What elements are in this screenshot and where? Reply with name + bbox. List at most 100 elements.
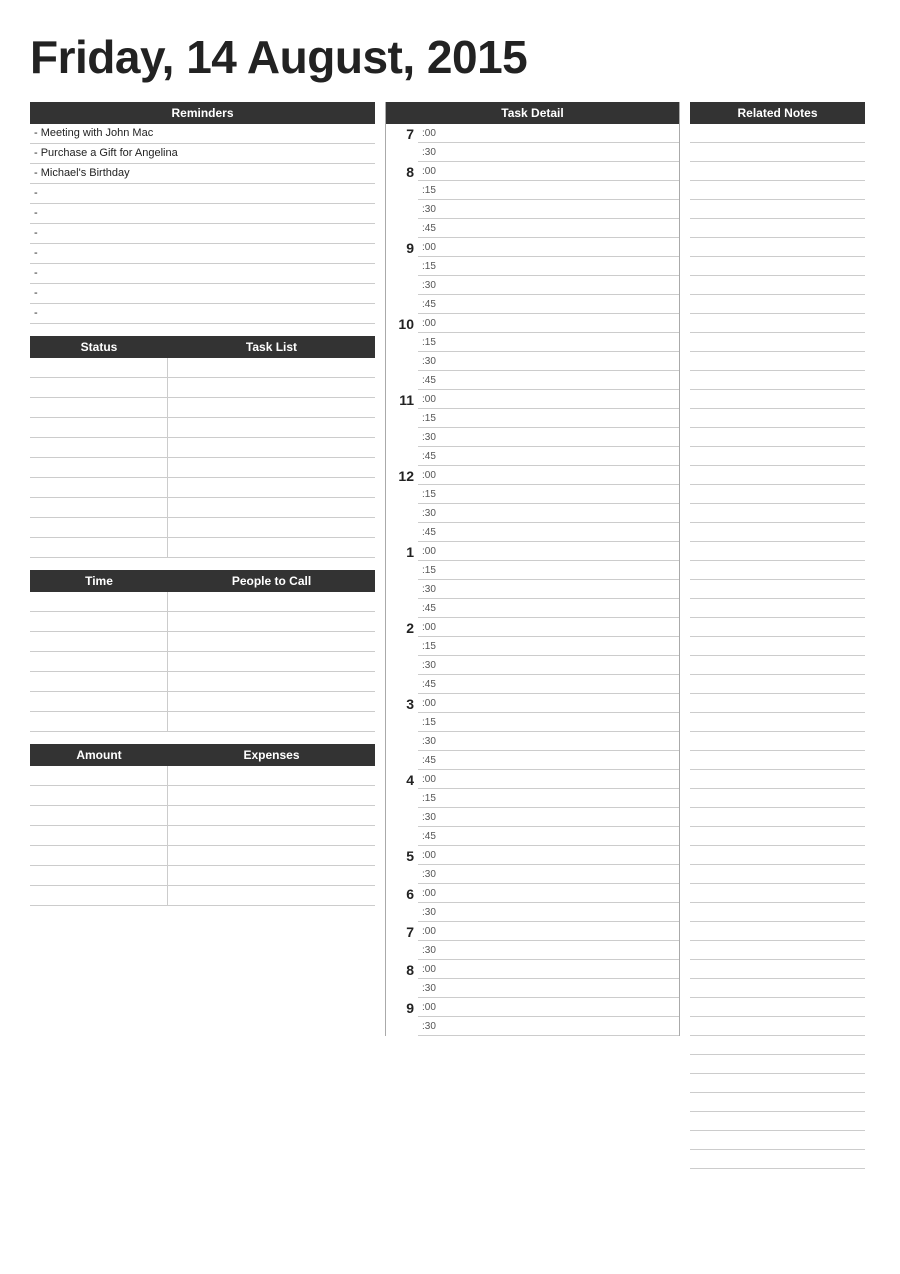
time-slot: :30 (418, 352, 679, 371)
hour-9-block: 9 :00 :15 :30 :45 (386, 238, 679, 314)
expense-cell (168, 846, 375, 865)
expense-cell (168, 766, 375, 785)
list-item (690, 447, 865, 466)
list-item: - (30, 224, 375, 244)
task-cell (168, 358, 375, 377)
list-item: - (30, 264, 375, 284)
time-slot: :45 (418, 675, 679, 694)
time-cell (30, 632, 168, 651)
hour-label: 12 (386, 466, 418, 542)
list-item (690, 960, 865, 979)
hour-label: 9 (386, 998, 418, 1036)
time-slot: :45 (418, 219, 679, 238)
time-label: :30 (422, 983, 444, 994)
expenses-rows (30, 766, 375, 906)
list-item: - Purchase a Gift for Angelina (30, 144, 375, 164)
time-label: :15 (422, 185, 444, 196)
hour-5pm-block: 5 :00 :30 (386, 846, 679, 884)
expense-cell (168, 806, 375, 825)
hour-7pm-block: 7 :00 :30 (386, 922, 679, 960)
task-cell (168, 438, 375, 457)
task-detail-header: Task Detail (386, 102, 679, 124)
person-cell (168, 712, 375, 731)
list-item (690, 504, 865, 523)
expense-cell (168, 866, 375, 885)
expenses-header: Amount Expenses (30, 744, 375, 766)
time-label: :00 (422, 926, 444, 937)
list-item (690, 390, 865, 409)
time-slot: :15 (418, 181, 679, 200)
table-row (30, 498, 375, 518)
list-item (690, 276, 865, 295)
time-slot: :00 (418, 542, 679, 561)
list-item (690, 751, 865, 770)
time-label: :30 (422, 147, 444, 158)
time-slot: :45 (418, 295, 679, 314)
hour-11-block: 11 :00 :15 :30 :45 (386, 390, 679, 466)
time-cell (30, 712, 168, 731)
time-label: :00 (422, 242, 444, 253)
reminders-section: Reminders - Meeting with John Mac - Purc… (30, 102, 375, 324)
status-cell (30, 538, 168, 557)
hour-label: 10 (386, 314, 418, 390)
time-slot: :30 (418, 732, 679, 751)
time-slot: :45 (418, 447, 679, 466)
task-cell (168, 458, 375, 477)
list-item: - (30, 304, 375, 324)
time-label: :45 (422, 679, 444, 690)
amount-cell (30, 866, 168, 885)
time-label: :00 (422, 622, 444, 633)
task-list-header: Status Task List (30, 336, 375, 358)
hour-8-block: 8 :00 :15 :30 :45 (386, 162, 679, 238)
list-item (690, 846, 865, 865)
time-cell (30, 612, 168, 631)
list-item (690, 181, 865, 200)
time-slot: :45 (418, 523, 679, 542)
list-item (690, 485, 865, 504)
time-label: :00 (422, 888, 444, 899)
hour-label: 2 (386, 618, 418, 694)
list-item (690, 542, 865, 561)
time-slot: :00 (418, 770, 679, 789)
time-label: :45 (422, 223, 444, 234)
notes-list (690, 124, 865, 1169)
hour-label: 11 (386, 390, 418, 466)
list-item (690, 523, 865, 542)
list-item (690, 1131, 865, 1150)
time-label: :00 (422, 318, 444, 329)
hour-8pm-block: 8 :00 :30 (386, 960, 679, 998)
related-notes-section: Related Notes (680, 102, 865, 1169)
amount-cell (30, 826, 168, 845)
time-slot: :15 (418, 257, 679, 276)
table-row (30, 398, 375, 418)
list-item (690, 1036, 865, 1055)
reminders-header: Reminders (30, 102, 375, 124)
list-item (690, 1017, 865, 1036)
list-item (690, 770, 865, 789)
task-cell (168, 378, 375, 397)
list-item: - Michael's Birthday (30, 164, 375, 184)
list-item (690, 428, 865, 447)
time-slot: :30 (418, 276, 679, 295)
hour-1pm-block: 1 :00 :15 :30 :45 (386, 542, 679, 618)
time-label: :30 (422, 812, 444, 823)
related-notes-header: Related Notes (690, 102, 865, 124)
hour-9pm-block: 9 :00 :30 (386, 998, 679, 1036)
hour-label: 9 (386, 238, 418, 314)
time-label: :30 (422, 660, 444, 671)
people-to-call-section: Time People to Call (30, 570, 375, 732)
hour-label: 1 (386, 542, 418, 618)
status-cell (30, 418, 168, 437)
list-item (690, 238, 865, 257)
time-label: :30 (422, 432, 444, 443)
time-slot: :30 (418, 808, 679, 827)
status-cell (30, 398, 168, 417)
time-label: :30 (422, 356, 444, 367)
list-item (690, 903, 865, 922)
time-label: :00 (422, 470, 444, 481)
list-item (690, 466, 865, 485)
time-label: :30 (422, 204, 444, 215)
person-cell (168, 612, 375, 631)
table-row (30, 806, 375, 826)
hour-4pm-block: 4 :00 :15 :30 :45 (386, 770, 679, 846)
